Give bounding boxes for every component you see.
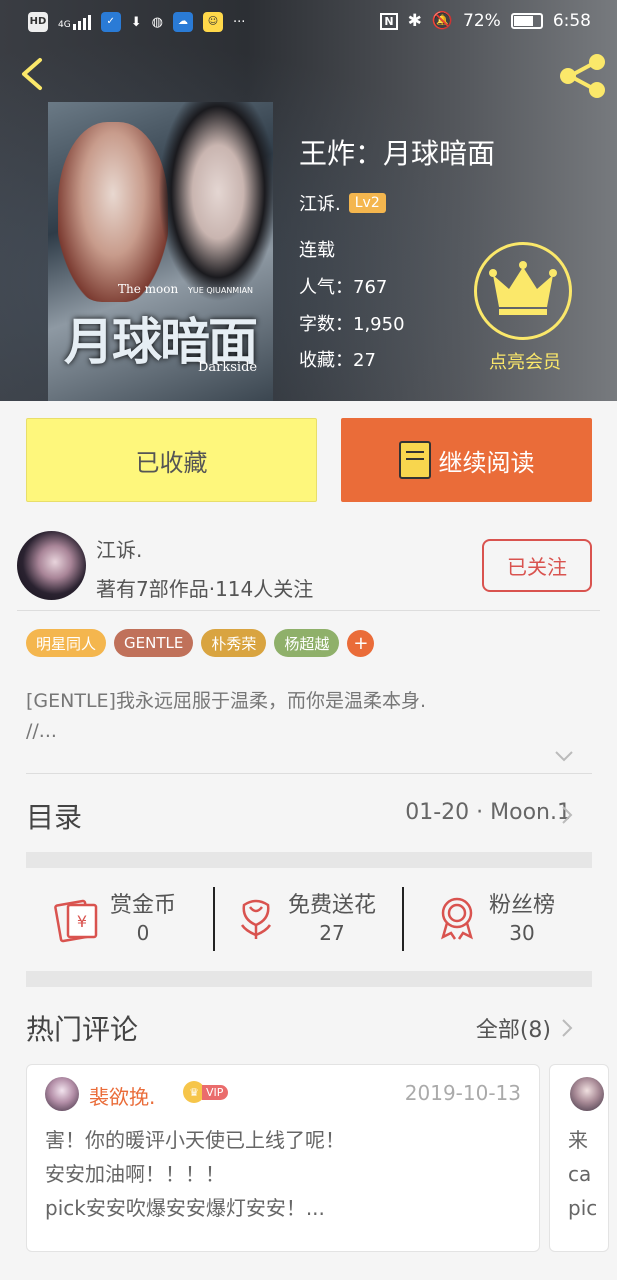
commenter-avatar[interactable]: [45, 1077, 79, 1111]
mute-icon: 🔕: [431, 11, 454, 31]
cover-subtitle: The moon: [118, 282, 179, 296]
book-icon: [398, 441, 431, 479]
tag-chip[interactable]: GENTLE: [114, 629, 194, 657]
word-count: 字数：1,950: [299, 314, 405, 335]
battery-icon: [510, 13, 543, 29]
divider: [213, 887, 215, 951]
book-description: [GENTLE]我永远屈服于温柔，而你是温柔本身. //...: [26, 690, 427, 742]
status-bar: HD 4G ✓ ⬇ ◍ ☁ ☺ ··· N ✱ 🔕 72% 6:58: [0, 0, 617, 46]
tag-chip[interactable]: 杨超越: [274, 629, 340, 657]
popularity: 人气：767: [299, 277, 388, 298]
book-title: 王炸：月球暗面: [299, 137, 496, 170]
stat-label: 赏金币: [110, 893, 177, 918]
toc-title[interactable]: 目录: [26, 796, 82, 836]
signal-icon: 4G: [58, 14, 91, 30]
divider: [17, 610, 600, 611]
battery-percent: 72%: [463, 11, 501, 31]
add-tag-button[interactable]: +: [347, 629, 375, 657]
hot-comments-title: 热门评论: [26, 1013, 139, 1046]
app-icon: ☺: [202, 12, 223, 32]
back-button[interactable]: [16, 56, 52, 92]
continue-reading-button[interactable]: 继续阅读: [341, 418, 592, 502]
section-separator: [26, 852, 592, 868]
crown-icon: [489, 261, 557, 315]
coin-envelope-icon: ¥: [54, 899, 98, 943]
more-notifications-icon: ···: [232, 14, 246, 30]
chevron-right-icon: [562, 806, 573, 824]
favorited-button[interactable]: 已收藏: [26, 418, 317, 502]
tag-chip[interactable]: 明星同人: [26, 629, 107, 657]
clock: 6:58: [552, 11, 591, 31]
comment-card[interactable]: 来 ca pic: [549, 1064, 609, 1252]
cover-tagline: Darkside: [198, 360, 258, 375]
medal-icon: [441, 897, 473, 940]
chevron-right-icon: [562, 1019, 573, 1037]
hd-icon: HD: [28, 12, 48, 32]
author-name[interactable]: 江诉.: [299, 190, 341, 216]
shield-icon: ✓: [100, 12, 121, 32]
divider: [402, 887, 404, 951]
author-stats: 著有7部作品·114人关注: [96, 577, 314, 601]
stat-value: 27: [319, 921, 345, 945]
bluetooth-icon: ✱: [407, 11, 422, 31]
commenter-name[interactable]: 裴欲挽.: [89, 1081, 155, 1110]
download-icon: ⬇: [130, 14, 142, 30]
following-button[interactable]: 已关注: [482, 539, 592, 592]
comment-date: 2019-10-13: [404, 1081, 521, 1105]
cover-pinyin: YUE QIUANMIAN: [188, 286, 254, 295]
serial-status: 连载: [299, 240, 335, 261]
tag-chip[interactable]: 朴秀荣: [201, 629, 267, 657]
vip-label: 点亮会员: [489, 352, 561, 373]
stat-label: 粉丝榜: [489, 893, 556, 918]
send-flower-button[interactable]: 免费送花 27: [232, 887, 376, 953]
vip-button[interactable]: 点亮会员: [474, 242, 576, 377]
latest-chapter[interactable]: 01-20 · Moon.1: [405, 800, 571, 825]
globe-icon: ◍: [151, 14, 163, 30]
nfc-icon: N: [380, 12, 398, 30]
comment-text: 害！你的暖评小天使已上线了呢！ 安安加油啊！！！！ pick安安吹爆安安爆灯安安…: [45, 1128, 345, 1220]
section-separator: [26, 971, 592, 987]
stat-value: 30: [509, 921, 535, 945]
book-header: HD 4G ✓ ⬇ ◍ ☁ ☺ ··· N ✱ 🔕 72% 6:58 The m…: [0, 0, 617, 401]
comment-text: 来 ca pic: [568, 1128, 598, 1220]
divider: [26, 773, 592, 774]
share-button[interactable]: [558, 52, 608, 100]
stat-value: 0: [136, 921, 150, 945]
svg-text:¥: ¥: [77, 912, 87, 931]
level-badge: Lv2: [348, 193, 386, 213]
share-icon: [560, 54, 605, 98]
stat-label: 免费送花: [288, 893, 377, 918]
author-row-name[interactable]: 江诉.: [96, 534, 142, 563]
expand-chevron-down-icon[interactable]: [553, 748, 575, 764]
book-author: 江诉. Lv2: [299, 190, 386, 216]
fan-ranking-button[interactable]: 粉丝榜 30: [433, 887, 555, 953]
chevron-left-icon: [22, 58, 42, 90]
tag-list: 明星同人 GENTLE 朴秀荣 杨超越 +: [26, 629, 375, 657]
author-avatar[interactable]: [17, 531, 86, 600]
vip-badge: ♛ VIP: [183, 1081, 229, 1103]
flower-icon: [240, 899, 272, 939]
commenter-avatar[interactable]: [570, 1077, 604, 1111]
cloud-icon: ☁: [172, 12, 193, 32]
comment-card[interactable]: 裴欲挽. ♛ VIP 2019-10-13 害！你的暖评小天使已上线了呢！ 安安…: [26, 1064, 540, 1252]
book-cover[interactable]: The moon YUE QIUANMIAN 月球暗面 Darkside: [48, 102, 273, 401]
reward-coins-button[interactable]: ¥ 赏金币 0: [54, 887, 176, 953]
all-comments-link[interactable]: 全部(8): [476, 1012, 551, 1044]
favorite-count: 收藏：27: [299, 350, 376, 371]
